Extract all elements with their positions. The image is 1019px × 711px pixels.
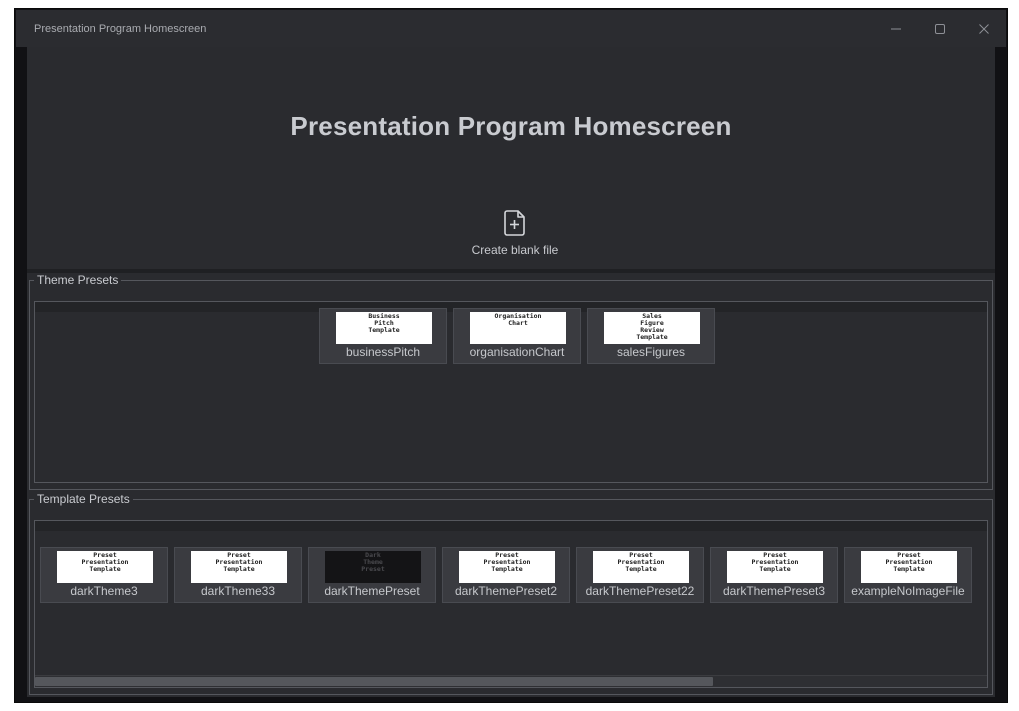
create-blank-file-button[interactable]: Create blank file [463,209,567,265]
theme-presets-list: Business Pitch Template businessPitch Organi… [34,301,988,483]
preset-card[interactable]: Preset Presentation Template darkThemePrese… [710,547,838,603]
preset-card[interactable]: Business Pitch Template businessPitch [319,308,447,364]
preset-thumbnail: Business Pitch Template [336,312,432,344]
section-divider [27,269,995,273]
thumbnail-text: Organisation Chart [494,312,542,327]
preset-thumbnail: Sales Figure Review Template [604,312,700,344]
minimize-icon [891,28,901,29]
title-bar[interactable]: Presentation Program Homescreen [16,10,1006,47]
preset-thumbnail: Preset Presentation Template [57,551,153,583]
maximize-icon [935,23,945,34]
preset-card-label: darkThemePreset3 [722,584,826,598]
preset-card-label: businessPitch [345,345,421,359]
preset-thumbnail: Preset Presentation Template [593,551,689,583]
preset-card[interactable]: Preset Presentation Template exampleNoImage… [844,547,972,603]
close-icon [979,23,989,34]
main-content: Presentation Program Homescreen Create b… [27,47,995,697]
preset-card-label: darkTheme3 [70,584,138,598]
preset-card[interactable]: Dark Theme Preset darkThemePreset [308,547,436,603]
preset-card[interactable]: Preset Presentation Template darkTheme33 [174,547,302,603]
preset-card-label: organisationChart [469,345,565,359]
template-presets-list: Preset Presentation Template darkTheme3 Pres… [34,520,988,688]
preset-card[interactable]: Preset Presentation Template darkThemePrese… [576,547,704,603]
maximize-button[interactable] [918,10,962,47]
theme-presets-group: Theme Presets Business Pitch Template busin… [29,273,993,490]
preset-thumbnail: Preset Presentation Template [861,551,957,583]
preset-card-label: darkThemePreset2 [454,584,558,598]
thumbnail-text: Preset Presentation Template [885,551,933,573]
thumbnail-text: Preset Presentation Template [81,551,129,573]
create-blank-file-label: Create blank file [471,243,559,257]
preset-card[interactable]: Preset Presentation Template darkTheme3 [40,547,168,603]
preset-card-label: darkTheme33 [200,584,276,598]
preset-card[interactable]: Preset Presentation Template darkThemePrese… [442,547,570,603]
minimize-button[interactable] [874,10,918,47]
preset-thumbnail: Preset Presentation Template [191,551,287,583]
preset-card-label: darkThemePreset22 [585,584,695,598]
thumbnail-text: Preset Presentation Template [215,551,263,573]
preset-card[interactable]: Organisation Chart organisationChart [453,308,581,364]
preset-card[interactable]: Sales Figure Review Template salesFigures [587,308,715,364]
thumbnail-text: Preset Presentation Template [617,551,665,573]
thumbnail-text: Business Pitch Template [368,312,400,334]
preset-thumbnail: Preset Presentation Template [459,551,555,583]
preset-card-label: salesFigures [616,345,686,359]
preset-card-label: darkThemePreset [324,584,420,598]
app-window: Presentation Program Homescreen Presenta… [14,8,1008,703]
preset-thumbnail: Organisation Chart [470,312,566,344]
new-file-plus-icon [503,209,527,242]
scrollbar-handle[interactable] [35,677,713,686]
template-presets-label: Template Presets [34,492,133,506]
thumbnail-text: Sales Figure Review Template [636,312,668,341]
thumbnail-text: Dark Theme Preset [361,551,385,573]
thumbnail-text: Preset Presentation Template [751,551,799,573]
close-button[interactable] [962,10,1006,47]
header-area: Presentation Program Homescreen Create b… [27,47,995,267]
list-header-strip [35,521,987,531]
preset-thumbnail: Preset Presentation Template [727,551,823,583]
preset-thumbnail: Dark Theme Preset [325,551,421,583]
theme-presets-label: Theme Presets [34,273,122,287]
preset-card-label: exampleNoImageFile [851,584,965,598]
template-presets-group: Template Presets Preset Presentation Templ… [29,492,993,695]
window-title: Presentation Program Homescreen [34,22,207,35]
page-title: Presentation Program Homescreen [290,111,732,141]
thumbnail-text: Preset Presentation Template [483,551,531,573]
horizontal-scrollbar[interactable] [35,675,987,687]
